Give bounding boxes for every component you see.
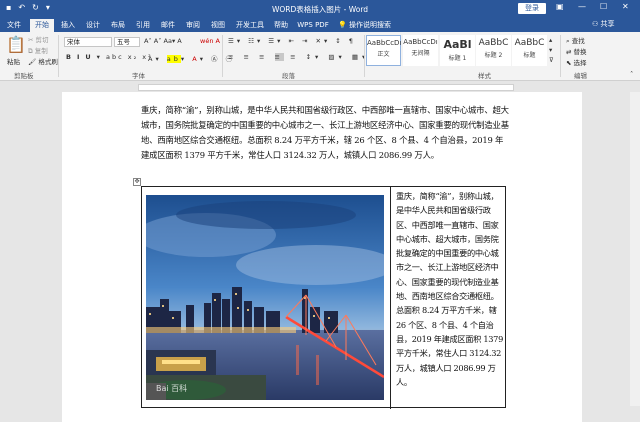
font-style-buttons[interactable]: BIU▾ abc x₂ x² — [66, 53, 153, 61]
style-sample: AaBl — [443, 38, 472, 51]
body-paragraph[interactable]: 重庆，简称“渝”，别称山城，是中华人民共和国省级行政区、中西部唯一直辖市、国家中… — [141, 103, 510, 163]
title-bar: ▪ ↶ ↻ ▾ WORD表格插入图片 - Word 登录 ▣ — ☐ ✕ — [0, 0, 640, 17]
font-size-select[interactable]: 五号 — [114, 37, 140, 47]
login-button[interactable]: 登录 — [518, 3, 546, 14]
lightbulb-icon: 💡 — [338, 21, 347, 29]
cursor-icon: ⬉ — [566, 59, 572, 67]
tab-review[interactable]: 审阅 — [182, 19, 204, 32]
alignment-buttons[interactable]: ≡ ≡ ≡ ≡ ≡ ↕▾ ▨▾ ▦▾ — [228, 53, 369, 61]
list-buttons[interactable]: ☰▾ ☷▾ ☰▾ ⇤ ⇥ ✕▾ ↕ ¶ — [228, 37, 356, 45]
phonetic-guide-icon[interactable]: wén A — [200, 37, 220, 45]
tab-home[interactable]: 开始 — [30, 19, 54, 32]
style-label: 标题 — [523, 52, 536, 59]
style-label: 标题 1 — [448, 55, 467, 62]
style-sample: AaBbCcDı — [403, 38, 438, 46]
tab-wps-pdf[interactable]: WPS PDF — [296, 19, 330, 32]
ribbon-divider — [222, 35, 223, 77]
minimize-icon[interactable]: — — [578, 2, 586, 11]
share-button[interactable]: ⚇ 共享 — [592, 19, 615, 29]
editing-group-label: 编辑 — [574, 72, 587, 80]
copy-label: 复制 — [34, 47, 48, 55]
ribbon: 📋 粘贴 ✂ 剪切 ⧉ 复制 🖌 格式刷 剪贴板 宋体 五号 A˄ A˅ Aa▾… — [0, 32, 640, 81]
chongqing-photo[interactable]: Bai 百科 — [146, 195, 384, 400]
tab-view[interactable]: 视图 — [207, 19, 229, 32]
document-table[interactable]: Bai 百科 重庆，简称“渝”，别称山城，是中华人民共和国省级行政区、中西部唯一… — [141, 186, 506, 409]
replace-icon: ⇄ — [566, 48, 572, 56]
replace-label: 替换 — [573, 48, 587, 56]
tell-me-label: 操作说明搜索 — [348, 21, 391, 29]
font-group-label: 字体 — [132, 72, 145, 80]
ribbon-divider — [560, 35, 561, 77]
find-label: 查找 — [571, 37, 585, 45]
table-cell-text[interactable]: 重庆，简称“渝”，别称山城，是中华人民共和国省级行政区、中西部唯一直辖市、国家中… — [396, 189, 506, 389]
style-heading-2[interactable]: AaBbC 标题 2 — [476, 35, 511, 66]
cut-label: 剪切 — [35, 36, 49, 44]
ribbon-divider — [364, 35, 365, 77]
ruler-text-area — [138, 84, 514, 91]
format-painter-button[interactable]: 🖌 格式刷 — [28, 56, 58, 66]
replace-button[interactable]: ⇄ 替换 — [566, 46, 587, 56]
style-sample: AaBbC — [514, 38, 545, 48]
clipboard-group-label: 剪贴板 — [14, 72, 34, 80]
select-label: 选择 — [573, 59, 587, 67]
style-no-spacing[interactable]: AaBbCcDı 无间隔 — [403, 35, 438, 66]
close-icon[interactable]: ✕ — [622, 2, 629, 11]
city-night-image: Bai 百科 — [146, 195, 384, 400]
tab-developer[interactable]: 开发工具 — [232, 19, 268, 32]
horizontal-ruler[interactable] — [0, 82, 640, 92]
find-button[interactable]: ⌕ 查找 — [566, 35, 585, 46]
style-label: 正文 — [377, 51, 390, 58]
collapse-ribbon-icon[interactable]: ˄ — [630, 70, 633, 78]
tab-design[interactable]: 设计 — [82, 19, 104, 32]
person-icon: ⚇ — [592, 20, 599, 28]
select-button[interactable]: ⬉ 选择 — [566, 57, 587, 67]
tab-insert[interactable]: 插入 — [57, 19, 79, 32]
ribbon-divider — [58, 35, 59, 77]
tab-file[interactable]: 文件 — [2, 19, 26, 32]
paste-icon[interactable]: 📋 — [6, 35, 26, 54]
style-label: 标题 2 — [484, 52, 503, 59]
style-heading-1[interactable]: AaBl 标题 1 — [440, 35, 475, 66]
paste-button[interactable]: 粘贴 — [7, 56, 20, 66]
table-move-handle[interactable]: ✥ — [133, 178, 141, 186]
ribbon-tabs: 文件 开始 插入 设计 布局 引用 邮件 审阅 视图 开发工具 帮助 WPS P… — [0, 17, 640, 32]
tell-me-search[interactable]: 💡 操作说明搜索 — [338, 19, 398, 32]
tab-references[interactable]: 引用 — [132, 19, 154, 32]
style-sample: AaBbC — [478, 38, 509, 48]
styles-group-label: 样式 — [478, 72, 491, 80]
vertical-scrollbar[interactable] — [630, 92, 640, 406]
tab-layout[interactable]: 布局 — [107, 19, 129, 32]
format-painter-label: 格式刷 — [38, 58, 58, 66]
styles-scroll-icons[interactable]: ▴ ▾ ⊽ — [549, 35, 554, 65]
paragraph-group-label: 段落 — [282, 72, 295, 80]
vertical-ruler[interactable] — [0, 92, 10, 406]
style-normal[interactable]: AaBbCcDı 正文 — [366, 35, 401, 66]
style-sample: AaBbCcDı — [367, 39, 402, 47]
ribbon-display-options-icon[interactable]: ▣ — [556, 2, 564, 11]
search-icon: ⌕ — [566, 37, 570, 45]
style-title[interactable]: AaBbC 标题 — [512, 35, 547, 66]
watermark-text: Bai 百科 — [156, 383, 187, 393]
share-label: 共享 — [600, 20, 615, 28]
table-column-border — [390, 187, 391, 409]
style-label: 无间隔 — [411, 50, 430, 57]
tab-help[interactable]: 帮助 — [270, 19, 292, 32]
copy-button[interactable]: ⧉ 复制 — [28, 45, 48, 56]
tab-mailings[interactable]: 邮件 — [157, 19, 179, 32]
font-name-select[interactable]: 宋体 — [64, 37, 112, 47]
maximize-icon[interactable]: ☐ — [600, 2, 607, 11]
grow-shrink-font-icons[interactable]: A˄ A˅ Aa▾ A — [144, 37, 182, 45]
cut-button[interactable]: ✂ 剪切 — [28, 34, 49, 44]
